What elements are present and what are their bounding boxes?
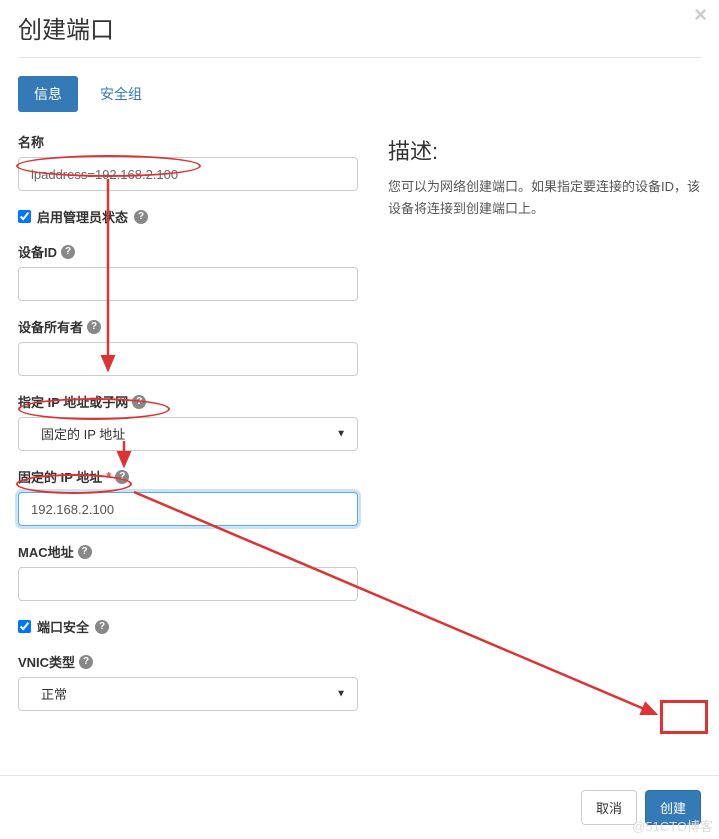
field-vnic: VNIC类型 ? 正常 ▼ [18, 652, 358, 711]
name-input[interactable] [18, 157, 358, 191]
field-name: 名称 [18, 132, 358, 191]
tabs: 信息 安全组 [18, 76, 701, 112]
create-button[interactable]: 创建 [645, 790, 701, 825]
field-device-id: 设备ID ? [18, 242, 358, 301]
fixed-ip-label: 固定的 IP 地址* ? [18, 467, 358, 486]
enable-admin-state-row: 启用管理员状态 ? [18, 207, 358, 226]
field-specify-ip: 指定 IP 地址或子网 ? 固定的 IP 地址 ▼ [18, 392, 358, 451]
create-port-modal: 创建端口 × 信息 安全组 名称 启用管理员状态 ? 设备ID ? [0, 0, 719, 745]
field-fixed-ip: 固定的 IP 地址* ? [18, 467, 358, 526]
port-security-row: 端口安全 ? [18, 617, 358, 636]
modal-header: 创建端口 × [18, 10, 701, 58]
help-icon[interactable]: ? [95, 620, 109, 634]
tab-security-group[interactable]: 安全组 [84, 76, 158, 112]
modal-footer: 取消 创建 [0, 775, 719, 839]
specify-ip-select[interactable]: 固定的 IP 地址 [18, 417, 358, 451]
device-owner-input[interactable] [18, 342, 358, 376]
help-icon[interactable]: ? [132, 395, 146, 409]
help-icon[interactable]: ? [115, 470, 129, 484]
tab-info[interactable]: 信息 [18, 76, 78, 112]
help-icon[interactable]: ? [61, 245, 75, 259]
enable-admin-state-checkbox[interactable] [18, 210, 31, 223]
close-icon[interactable]: × [694, 4, 707, 26]
required-asterisk: * [106, 469, 111, 484]
port-security-label: 端口安全 [37, 617, 89, 636]
help-icon[interactable]: ? [79, 655, 93, 669]
description-heading: 描述: [388, 134, 701, 166]
description-text: 您可以为网络创建端口。如果指定要连接的设备ID，该设备将连接到创建端口上。 [388, 176, 701, 220]
device-id-label: 设备ID ? [18, 242, 358, 261]
field-mac: MAC地址 ? [18, 542, 358, 601]
port-security-checkbox[interactable] [18, 620, 31, 633]
specify-ip-label: 指定 IP 地址或子网 ? [18, 392, 358, 411]
vnic-label: VNIC类型 ? [18, 652, 358, 671]
modal-title: 创建端口 [18, 10, 114, 45]
device-id-input[interactable] [18, 267, 358, 301]
name-label: 名称 [18, 132, 358, 151]
description-column: 描述: 您可以为网络创建端口。如果指定要连接的设备ID，该设备将连接到创建端口上… [388, 132, 701, 727]
modal-body: 名称 启用管理员状态 ? 设备ID ? 设备所有者 ? [18, 132, 701, 727]
field-device-owner: 设备所有者 ? [18, 317, 358, 376]
mac-input[interactable] [18, 567, 358, 601]
help-icon[interactable]: ? [87, 320, 101, 334]
cancel-button[interactable]: 取消 [581, 790, 637, 825]
form-column: 名称 启用管理员状态 ? 设备ID ? 设备所有者 ? [18, 132, 358, 727]
fixed-ip-input[interactable] [18, 492, 358, 526]
help-icon[interactable]: ? [134, 210, 148, 224]
vnic-select[interactable]: 正常 [18, 677, 358, 711]
mac-label: MAC地址 ? [18, 542, 358, 561]
device-owner-label: 设备所有者 ? [18, 317, 358, 336]
help-icon[interactable]: ? [78, 545, 92, 559]
enable-admin-state-label: 启用管理员状态 [37, 207, 128, 226]
